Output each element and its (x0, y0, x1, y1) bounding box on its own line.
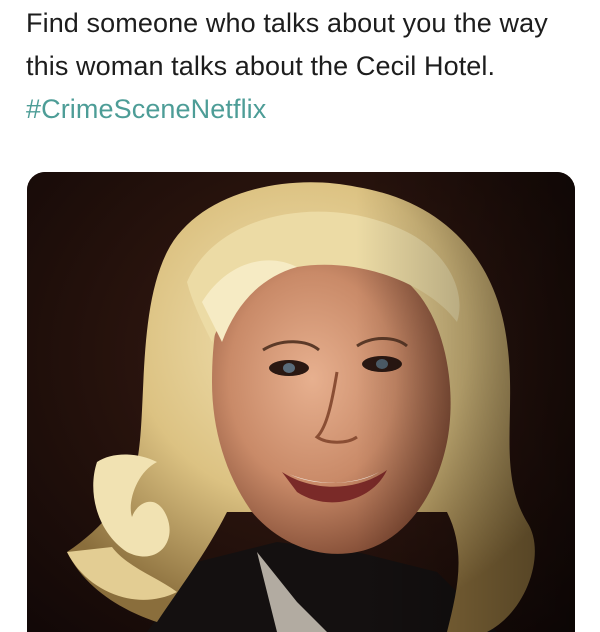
tweet-text: Find someone who talks about you the way… (26, 2, 586, 131)
tweet-post: Find someone who talks about you the way… (0, 0, 600, 632)
woman-portrait-photo (27, 172, 575, 632)
tweet-media-image[interactable] (27, 172, 575, 632)
tweet-body-text: Find someone who talks about you the way… (26, 8, 548, 81)
tweet-hashtag[interactable]: #CrimeSceneNetflix (26, 94, 266, 124)
